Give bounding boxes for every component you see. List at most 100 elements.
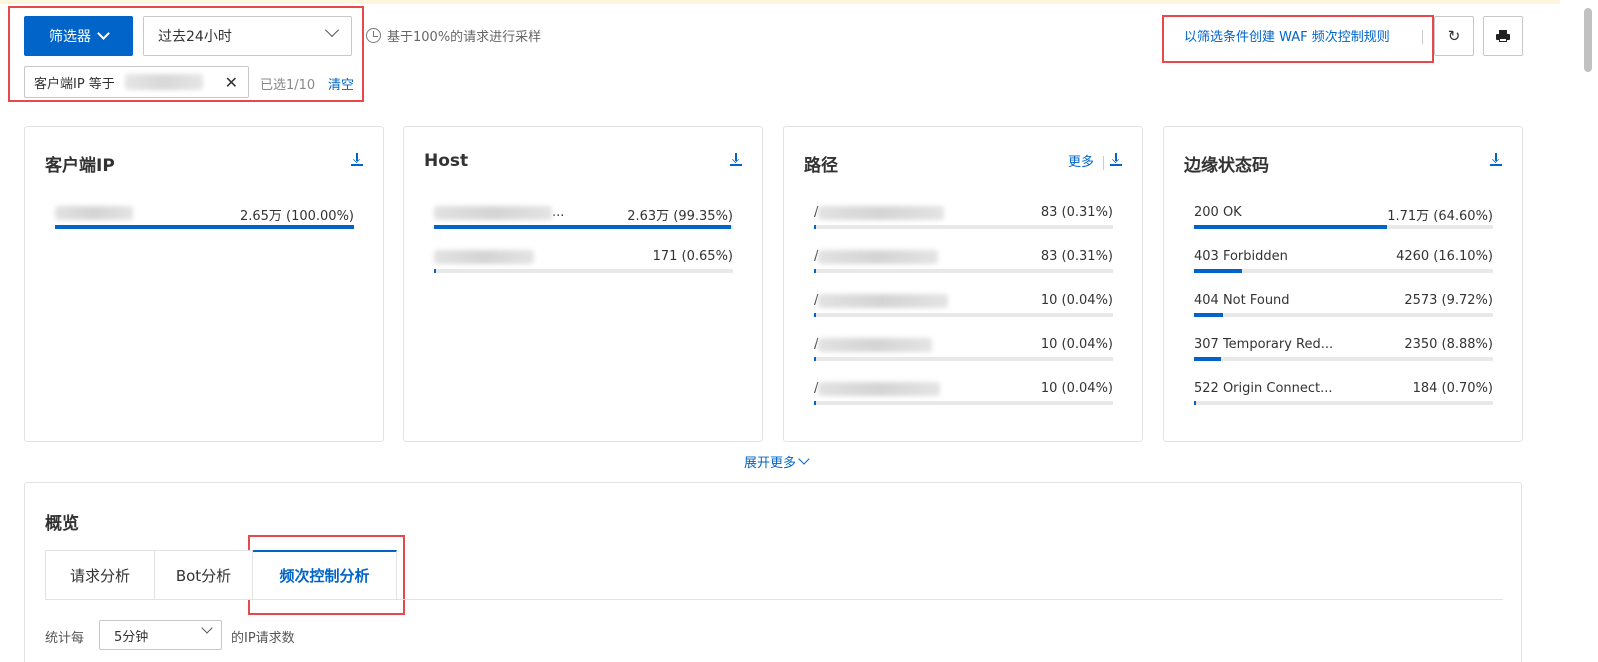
row-value: 2573 (9.72%) (1404, 293, 1493, 308)
divider (1103, 156, 1104, 170)
row-value: 184 (0.70%) (1412, 381, 1493, 396)
progress-fill (1194, 225, 1388, 229)
overview-title: 概览 (45, 514, 79, 534)
tab-request-analysis[interactable]: 请求分析 (45, 550, 155, 600)
list-item[interactable]: 522 Origin Connect... 184 (0.70%) (1194, 381, 1493, 425)
progress-fill (1194, 269, 1243, 273)
progress-fill (1194, 313, 1224, 317)
progress-track (434, 225, 733, 229)
scrollbar-thumb[interactable] (1584, 8, 1592, 72)
row-label: / (814, 205, 945, 220)
refresh-button[interactable]: ↻ (1434, 16, 1474, 56)
tab-rate-limit-analysis[interactable]: 频次控制分析 (253, 550, 397, 600)
progress-fill (814, 225, 816, 229)
row-label (434, 249, 534, 264)
row-value: 171 (0.65%) (652, 249, 733, 264)
list-item[interactable]: 403 Forbidden 4260 (16.10%) (1194, 249, 1493, 293)
progress-track (814, 269, 1113, 273)
row-label: 404 Not Found (1194, 293, 1290, 308)
row-label: / (814, 293, 949, 308)
progress-track (1194, 225, 1493, 229)
row-value: 10 (0.04%) (1040, 381, 1113, 396)
row-label: 403 Forbidden (1194, 249, 1288, 264)
download-icon[interactable] (351, 153, 363, 166)
card-path: 路径 更多 / 83 (0.31%) / 83 (0.31%) / 10 (0.… (783, 126, 1143, 442)
progress-fill (55, 225, 354, 229)
interval-value: 5分钟 (114, 629, 149, 645)
progress-fill (814, 269, 816, 273)
stat-suffix: 的IP请求数 (231, 631, 295, 646)
print-button[interactable] (1483, 16, 1523, 56)
stat-prefix: 统计每 (45, 631, 85, 646)
list-item[interactable]: 2.65万 (100.00%) (55, 205, 354, 249)
chevron-down-icon (798, 453, 810, 465)
row-label: / (814, 249, 939, 264)
progress-track (814, 313, 1113, 317)
row-label: / (814, 381, 941, 396)
scrollbar[interactable] (1580, 0, 1598, 662)
card-title: 路径 (804, 156, 838, 176)
progress-track (1194, 313, 1493, 317)
interval-select[interactable]: 5分钟 (99, 620, 222, 650)
more-link[interactable]: 更多 (1068, 151, 1094, 170)
highlight-box (8, 6, 364, 102)
row-value: 10 (0.04%) (1040, 293, 1113, 308)
progress-track (814, 225, 1113, 229)
expand-more-link[interactable]: 展开更多 (744, 452, 810, 471)
row-value: 83 (0.31%) (1040, 205, 1113, 220)
row-label: 200 OK (1194, 205, 1242, 220)
tab-bot-analysis[interactable]: Bot分析 (155, 550, 253, 600)
printer-icon (1496, 30, 1510, 42)
row-label: 307 Temporary Red... (1194, 337, 1334, 352)
download-icon[interactable] (1490, 153, 1502, 166)
list-item[interactable]: 171 (0.65%) (434, 249, 733, 293)
expand-more-label: 展开更多 (744, 456, 797, 471)
progress-fill (1194, 357, 1221, 361)
list-item[interactable]: / 10 (0.04%) (814, 337, 1113, 381)
row-value: 1.71万 (64.60%) (1387, 209, 1493, 224)
overview-tabs: 请求分析 Bot分析 频次控制分析 (45, 550, 397, 600)
download-icon[interactable] (1110, 153, 1122, 166)
chevron-down-icon (201, 622, 213, 634)
list-item[interactable]: / 83 (0.31%) (814, 205, 1113, 249)
notice-strip (0, 0, 1560, 4)
row-label: ... (434, 205, 564, 220)
list-item[interactable]: 404 Not Found 2573 (9.72%) (1194, 293, 1493, 337)
progress-track (1194, 269, 1493, 273)
list-item[interactable]: ... 2.63万 (99.35%) (434, 205, 733, 249)
list-item[interactable]: / 10 (0.04%) (814, 293, 1113, 337)
list-item[interactable]: 200 OK 1.71万 (64.60%) (1194, 205, 1493, 249)
progress-fill (1194, 401, 1197, 405)
row-label: 522 Origin Connect... (1194, 381, 1333, 396)
card-title: Host (424, 151, 469, 171)
progress-track (55, 225, 354, 229)
row-value: 4260 (16.10%) (1396, 249, 1493, 264)
progress-fill (434, 225, 732, 229)
tabs-divider (45, 599, 1503, 600)
row-value: 2.65万 (100.00%) (239, 209, 354, 224)
row-value: 2.63万 (99.35%) (627, 209, 733, 224)
progress-track (1194, 357, 1493, 361)
download-icon[interactable] (730, 153, 742, 166)
row-label: / (814, 337, 933, 352)
card-title: 客户端IP (45, 156, 115, 176)
row-label (55, 205, 133, 220)
progress-track (1194, 401, 1493, 405)
list-item[interactable]: / 10 (0.04%) (814, 381, 1113, 425)
sampling-note: 基于100%的请求进行采样 (366, 26, 541, 45)
list-item[interactable]: / 83 (0.31%) (814, 249, 1113, 293)
row-value: 10 (0.04%) (1040, 337, 1113, 352)
progress-fill (434, 269, 436, 273)
progress-track (434, 269, 733, 273)
list-item[interactable]: 307 Temporary Red... 2350 (8.88%) (1194, 337, 1493, 381)
card-client-ip: 客户端IP 2.65万 (100.00%) (24, 126, 384, 442)
progress-fill (814, 313, 816, 317)
clock-icon (366, 28, 381, 43)
progress-fill (814, 401, 816, 405)
card-edge-status-code: 边缘状态码 200 OK 1.71万 (64.60%) 403 Forbidde… (1163, 126, 1523, 442)
progress-track (814, 357, 1113, 361)
overview-panel: 概览 请求分析 Bot分析 频次控制分析 统计每 5分钟 的IP请求数 (24, 482, 1522, 662)
progress-fill (814, 357, 816, 361)
card-host: Host ... 2.63万 (99.35%) 171 (0.65%) (403, 126, 763, 442)
refresh-icon: ↻ (1447, 27, 1461, 45)
